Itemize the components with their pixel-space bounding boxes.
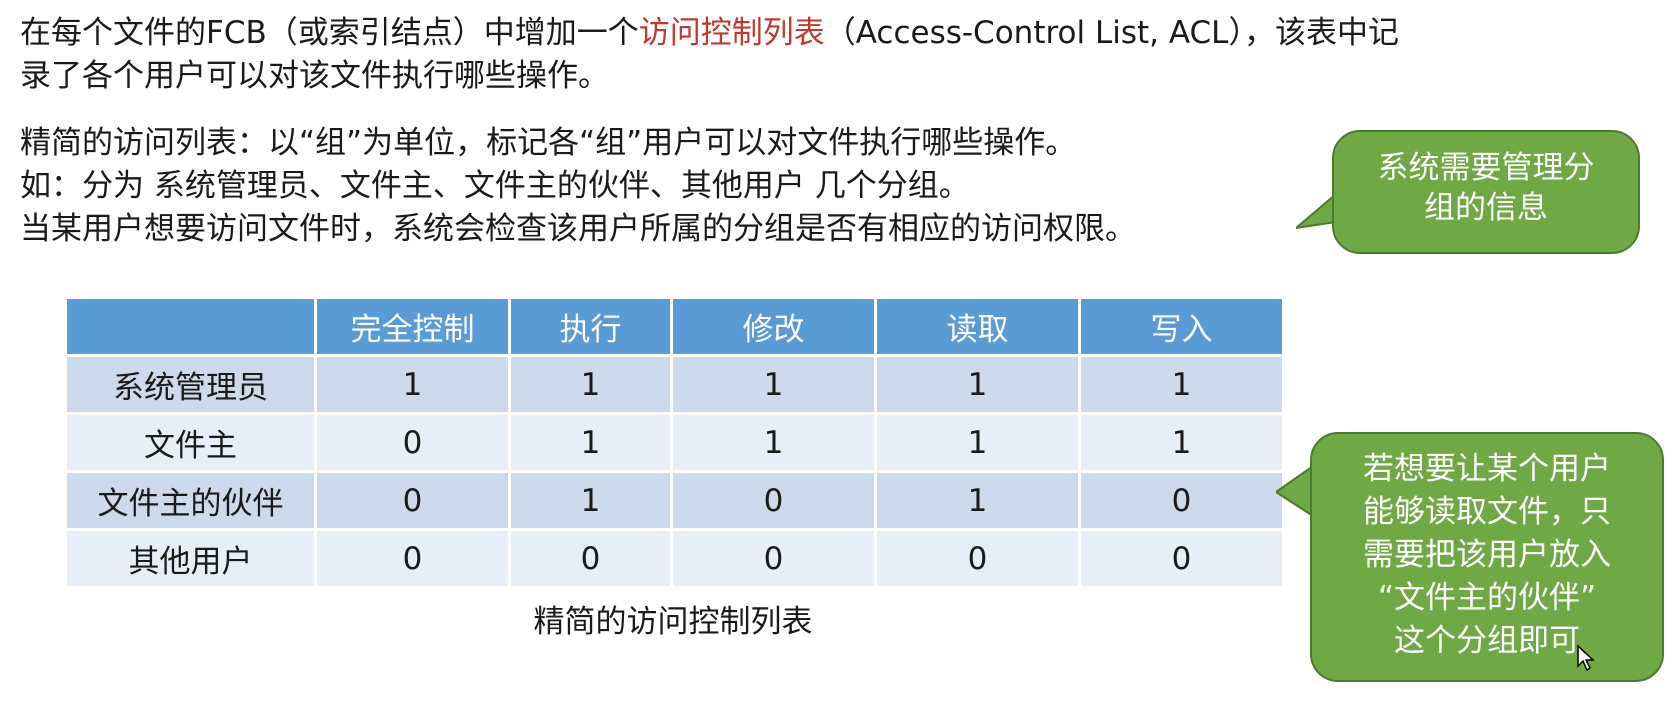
table-caption: 精简的访问控制列表 [533,604,813,640]
permission-cell: 1 [1078,412,1285,473]
permission-cell: 0 [874,528,1081,589]
permission-cell: 0 [314,412,511,473]
permission-cell: 0 [314,470,511,531]
acl-highlight: 访问控制列表 [638,15,825,51]
permission-cell: 1 [670,354,877,415]
permission-cell: 0 [314,528,511,589]
permission-cell: 1 [314,354,511,415]
intro-text-3: 录了各个用户可以对该文件执行哪些操作。 [20,58,609,94]
intro-paragraph: 在每个文件的FCB（或索引结点）中增加一个访问控制列表（Access-Contr… [20,12,1399,98]
callout-read-permission: 若想要让某个用户 能够读取文件，只 需要把该用户放入 “文件主的伙伴” 这个分组… [1310,432,1664,682]
permission-cell: 1 [670,412,877,473]
permission-cell: 0 [1078,528,1285,589]
header-read: 读取 [874,296,1081,357]
callout-bottom-line-1: 若想要让某个用户 [1363,451,1611,487]
permission-cell: 1 [874,470,1081,531]
callout-top-tail [1296,192,1336,230]
permission-cell: 0 [508,528,673,589]
permission-cell: 0 [1078,470,1285,531]
permission-cell: 1 [1078,354,1285,415]
header-full-control: 完全控制 [314,296,511,357]
header-modify: 修改 [670,296,877,357]
permission-cell: 1 [508,470,673,531]
callout-bottom-line-2: 能够读取文件，只 [1363,494,1611,530]
permission-cell: 0 [670,528,877,589]
permission-cell: 1 [508,354,673,415]
simplified-line-2: 如：分为 系统管理员、文件主、文件主的伙伴、其他用户 几个分组。 [20,168,970,204]
row-group-label: 其他用户 [64,528,317,589]
callout-top-line-1: 系统需要管理分 [1377,150,1595,186]
table-row: 其他用户 0 0 0 0 0 [64,528,1285,589]
callout-top-line-2: 组的信息 [1424,190,1548,226]
table-row: 系统管理员 1 1 1 1 1 [64,354,1285,415]
table-row: 文件主 0 1 1 1 1 [64,412,1285,473]
permission-cell: 1 [508,412,673,473]
simplified-line-3: 当某用户想要访问文件时，系统会检查该用户所属的分组是否有相应的访问权限。 [20,211,1136,247]
permission-cell: 1 [874,412,1081,473]
intro-text-2: （Access-Control List, ACL），该表中记 [824,15,1399,51]
permission-cell: 1 [874,354,1081,415]
table-header-row: 完全控制 执行 修改 读取 写入 [64,296,1285,357]
table-corner-cell [64,296,317,357]
permission-cell: 0 [670,470,877,531]
acl-table: 完全控制 执行 修改 读取 写入 系统管理员 1 1 1 1 1 文件主 0 1… [64,296,1285,589]
header-execute: 执行 [508,296,673,357]
row-group-label: 系统管理员 [64,354,317,415]
callout-bottom-line-5: 这个分组即可 [1394,623,1580,659]
intro-text-1: 在每个文件的FCB（或索引结点）中增加一个 [20,15,639,51]
callout-bottom-line-3: 需要把该用户放入 [1363,537,1611,573]
callout-bottom-line-4: “文件主的伙伴” [1377,580,1597,616]
callout-group-info: 系统需要管理分 组的信息 [1332,130,1640,254]
simplified-paragraph: 精简的访问列表：以“组”为单位，标记各“组”用户可以对文件执行哪些操作。 如：分… [20,122,1136,251]
row-group-label: 文件主 [64,412,317,473]
header-write: 写入 [1078,296,1285,357]
simplified-line-1: 精简的访问列表：以“组”为单位，标记各“组”用户可以对文件执行哪些操作。 [20,125,1077,161]
mouse-cursor-icon [1577,644,1595,672]
table-row: 文件主的伙伴 0 1 0 1 0 [64,470,1285,531]
row-group-label: 文件主的伙伴 [64,470,317,531]
